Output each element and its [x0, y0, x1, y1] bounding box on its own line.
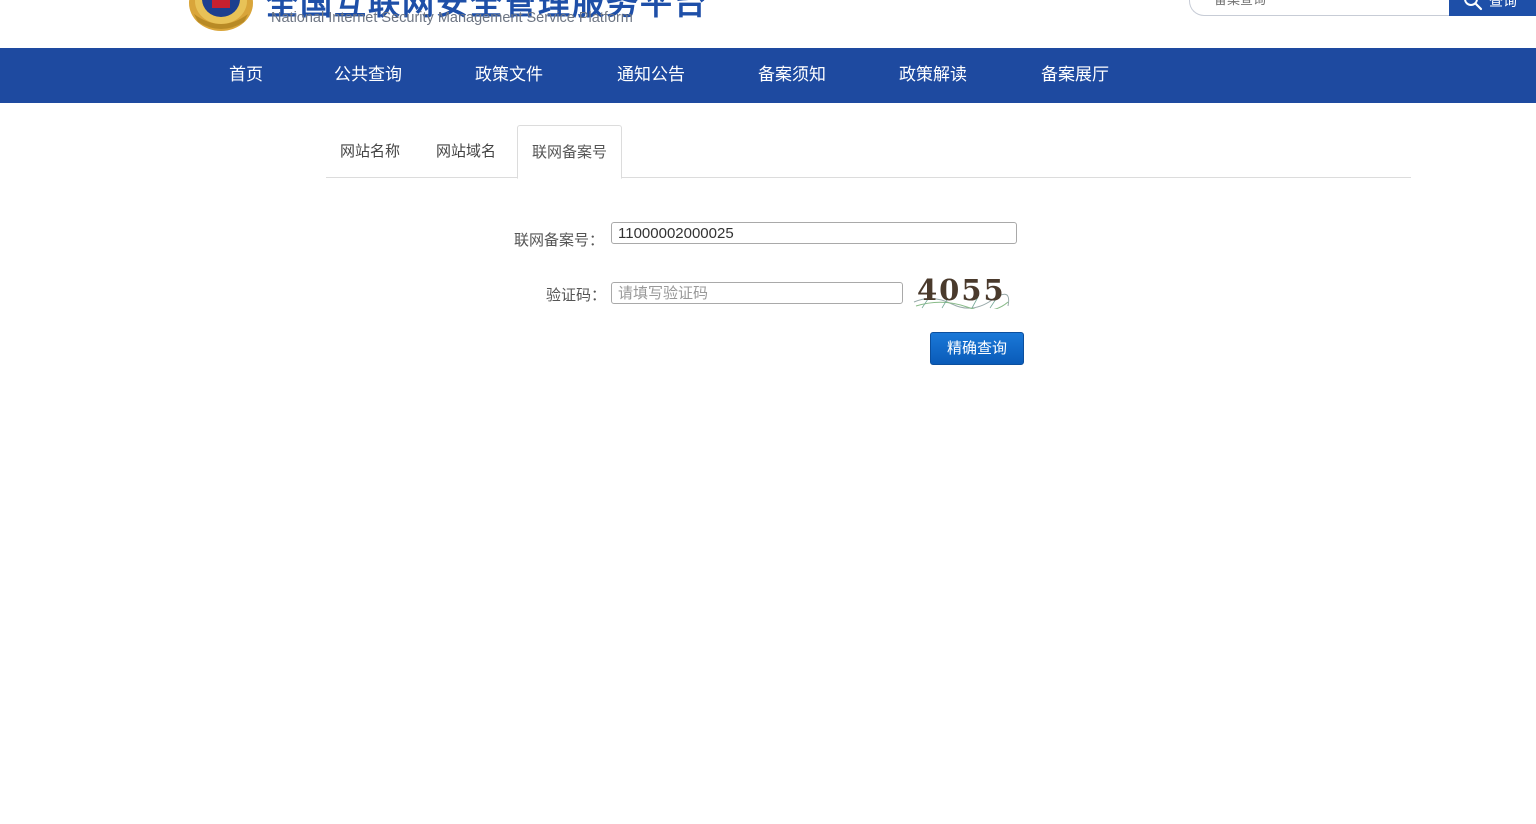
nav-item-home[interactable]: 首页: [229, 48, 263, 103]
header-search-button[interactable]: 查询: [1449, 0, 1536, 16]
tab-site-domain[interactable]: 网站域名: [436, 125, 496, 178]
record-number-label: 联网备案号：: [514, 231, 605, 249]
nav-item-filing-hall[interactable]: 备案展厅: [1041, 48, 1109, 103]
captcha-label: 验证码：: [546, 286, 607, 304]
search-icon: [1464, 0, 1483, 11]
nav-item-filing-guide[interactable]: 备案须知: [758, 48, 826, 103]
captcha-input[interactable]: [611, 282, 903, 304]
nav-item-policy-interpretation[interactable]: 政策解读: [899, 48, 967, 103]
nav-item-policy-docs[interactable]: 政策文件: [475, 48, 543, 103]
nav-item-public-query[interactable]: 公共查询: [334, 48, 402, 103]
main-nav: 首页 公共查询 政策文件 通知公告 备案须知 政策解读 备案展厅: [0, 48, 1536, 103]
exact-query-button[interactable]: 精确查询: [930, 332, 1024, 365]
header-search-input[interactable]: [1214, 0, 1434, 8]
captcha-text: 4055: [917, 273, 1006, 307]
captcha-image[interactable]: 4055: [912, 272, 1010, 309]
tab-site-name[interactable]: 网站名称: [340, 125, 400, 178]
query-tabs: 网站名称 网站域名 联网备案号: [326, 125, 1411, 179]
header-search-box: [1189, 0, 1451, 16]
record-number-input[interactable]: [611, 222, 1017, 244]
search-button-label: 查询: [1489, 0, 1517, 10]
tab-record-number[interactable]: 联网备案号: [517, 125, 623, 179]
nav-item-notices[interactable]: 通知公告: [617, 48, 685, 103]
site-subtitle: National Internet Security Management Se…: [271, 10, 633, 26]
site-header: 全国互联网安全管理服务平台 National Internet Security…: [0, 0, 1536, 48]
police-emblem-icon: [189, 0, 253, 31]
